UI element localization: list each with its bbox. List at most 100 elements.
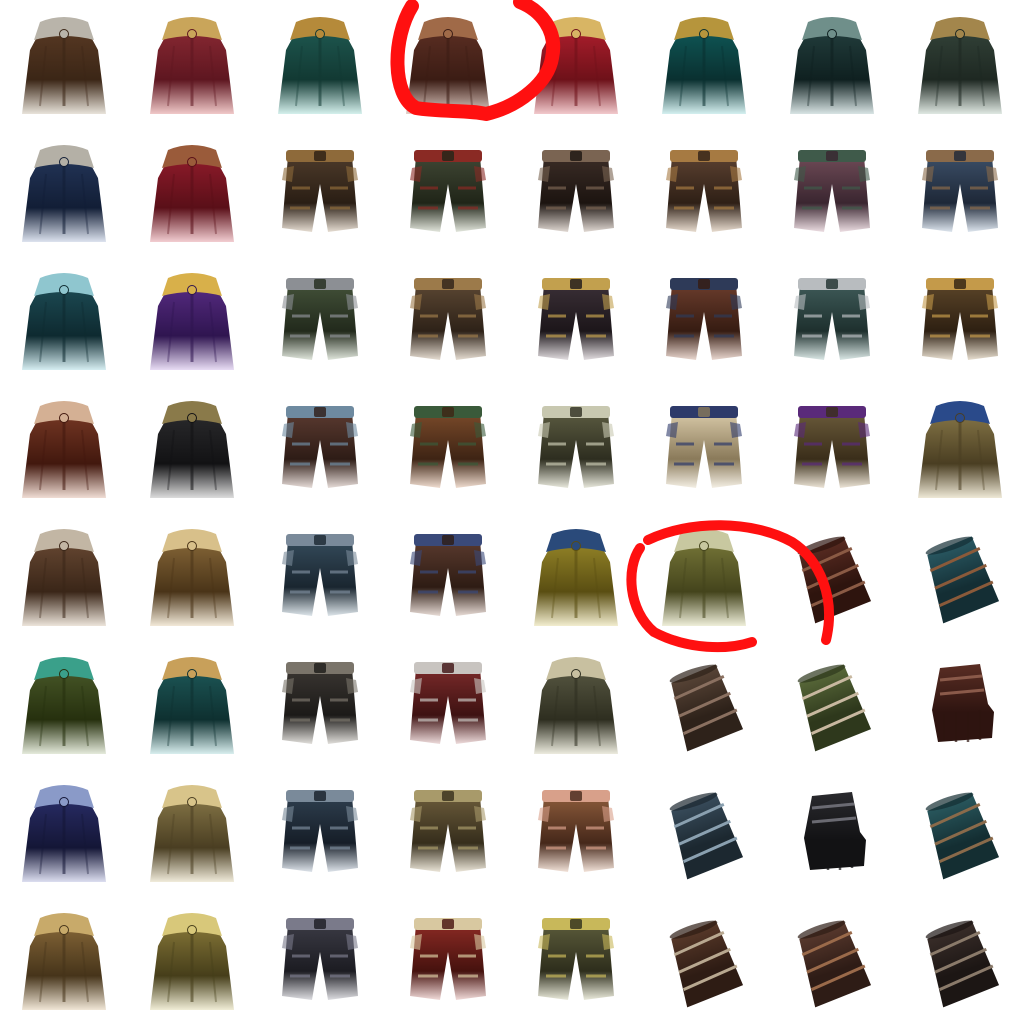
copper-plated-pants-icon	[410, 406, 486, 488]
bronze-plated-pants-icon	[410, 278, 486, 360]
item-slot[interactable]	[256, 0, 384, 128]
item-slot[interactable]	[768, 128, 896, 256]
item-slot[interactable]	[384, 128, 512, 256]
item-slot[interactable]	[384, 256, 512, 384]
item-slot[interactable]	[128, 128, 256, 256]
item-slot[interactable]	[256, 640, 384, 768]
item-slot[interactable]	[384, 640, 512, 768]
item-slot[interactable]	[0, 896, 128, 1024]
item-slot[interactable]	[256, 896, 384, 1024]
feathered-dark-cloak-icon	[790, 17, 874, 114]
item-slot[interactable]	[128, 768, 256, 896]
item-slot[interactable]	[640, 640, 768, 768]
item-slot[interactable]	[768, 512, 896, 640]
item-slot[interactable]	[512, 512, 640, 640]
engraved-bracer-icon	[925, 920, 1000, 1008]
item-slot[interactable]	[512, 640, 640, 768]
rust-strapped-pants-icon	[666, 278, 742, 360]
item-slot[interactable]	[0, 0, 128, 128]
leather-bracer-icon	[797, 536, 872, 624]
item-slot[interactable]	[256, 768, 384, 896]
dark-spiked-cloak-icon	[150, 401, 234, 498]
item-slot[interactable]	[768, 768, 896, 896]
leather-belted-pants-icon	[282, 150, 358, 232]
item-slot[interactable]	[896, 128, 1024, 256]
item-slot[interactable]	[512, 896, 640, 1024]
item-slot[interactable]	[512, 256, 640, 384]
blue-steel-pants-icon	[282, 406, 358, 488]
item-slot[interactable]	[768, 384, 896, 512]
item-slot[interactable]	[128, 896, 256, 1024]
item-slot[interactable]	[768, 640, 896, 768]
item-slot[interactable]	[512, 128, 640, 256]
steel-blue-pants-icon	[282, 790, 358, 872]
olive-hood-cloak-icon	[22, 657, 106, 754]
ochre-hooded-cloak-icon	[22, 913, 106, 1010]
item-slot[interactable]	[640, 512, 768, 640]
gilded-plate-pants-icon	[538, 406, 614, 488]
black-plated-glove-icon	[804, 792, 866, 870]
item-slot[interactable]	[384, 768, 512, 896]
item-slot[interactable]	[896, 256, 1024, 384]
blue-armored-pants-icon	[922, 150, 998, 232]
item-slot[interactable]	[640, 384, 768, 512]
sash-plated-pants-icon	[410, 534, 486, 616]
item-slot[interactable]	[768, 0, 896, 128]
teal-cloak-icon	[278, 17, 362, 114]
item-slot[interactable]	[0, 256, 128, 384]
item-slot[interactable]	[640, 256, 768, 384]
gold-embroidered-robe-icon	[150, 529, 234, 626]
item-slot[interactable]	[896, 896, 1024, 1024]
item-slot[interactable]	[384, 384, 512, 512]
item-slot[interactable]	[256, 512, 384, 640]
item-slot[interactable]	[896, 512, 1024, 640]
green-plated-pants-icon	[282, 278, 358, 360]
item-slot[interactable]	[128, 640, 256, 768]
item-slot[interactable]	[128, 256, 256, 384]
item-slot[interactable]	[896, 640, 1024, 768]
item-slot[interactable]	[512, 768, 640, 896]
teal-gold-cloak-icon	[662, 17, 746, 114]
copper-ornate-pants-icon	[538, 790, 614, 872]
item-slot[interactable]	[512, 384, 640, 512]
red-gold-pants-icon	[410, 918, 486, 1000]
gold-blue-crest-cloak-icon	[918, 401, 1002, 498]
item-slot[interactable]	[256, 384, 384, 512]
item-slot[interactable]	[0, 512, 128, 640]
item-slot[interactable]	[384, 512, 512, 640]
item-slot[interactable]	[640, 0, 768, 128]
item-slot[interactable]	[768, 896, 896, 1024]
brown-glove-icon	[932, 664, 994, 742]
item-slot[interactable]	[128, 512, 256, 640]
fur-leather-bracer-icon	[669, 920, 744, 1008]
fur-collar-cloak-icon	[22, 17, 106, 114]
item-slot[interactable]	[640, 128, 768, 256]
roped-bracer-icon	[797, 920, 872, 1008]
item-slot[interactable]	[0, 128, 128, 256]
item-slot[interactable]	[0, 640, 128, 768]
item-slot[interactable]	[256, 256, 384, 384]
wrapped-bracer-icon	[669, 664, 744, 752]
item-slot[interactable]	[128, 384, 256, 512]
item-slot[interactable]	[896, 0, 1024, 128]
item-slot[interactable]	[896, 768, 1024, 896]
item-slot[interactable]	[896, 384, 1024, 512]
slate-bracer-icon	[669, 792, 744, 880]
bone-plate-pants-icon	[666, 406, 742, 488]
rust-knot-cloak-icon	[22, 401, 106, 498]
mauve-armored-pants-icon	[794, 150, 870, 232]
item-slot[interactable]	[640, 768, 768, 896]
crimson-shoulder-cloak-icon	[150, 145, 234, 242]
fur-hooded-mantle-icon	[22, 529, 106, 626]
item-slot[interactable]	[512, 0, 640, 128]
item-slot[interactable]	[640, 896, 768, 1024]
item-slot[interactable]	[768, 256, 896, 384]
item-icon-grid	[0, 0, 1024, 1024]
patterned-green-cloak-icon	[918, 17, 1002, 114]
item-slot[interactable]	[0, 384, 128, 512]
item-slot[interactable]	[256, 128, 384, 256]
item-slot[interactable]	[384, 0, 512, 128]
item-slot[interactable]	[128, 0, 256, 128]
item-slot[interactable]	[384, 896, 512, 1024]
item-slot[interactable]	[0, 768, 128, 896]
